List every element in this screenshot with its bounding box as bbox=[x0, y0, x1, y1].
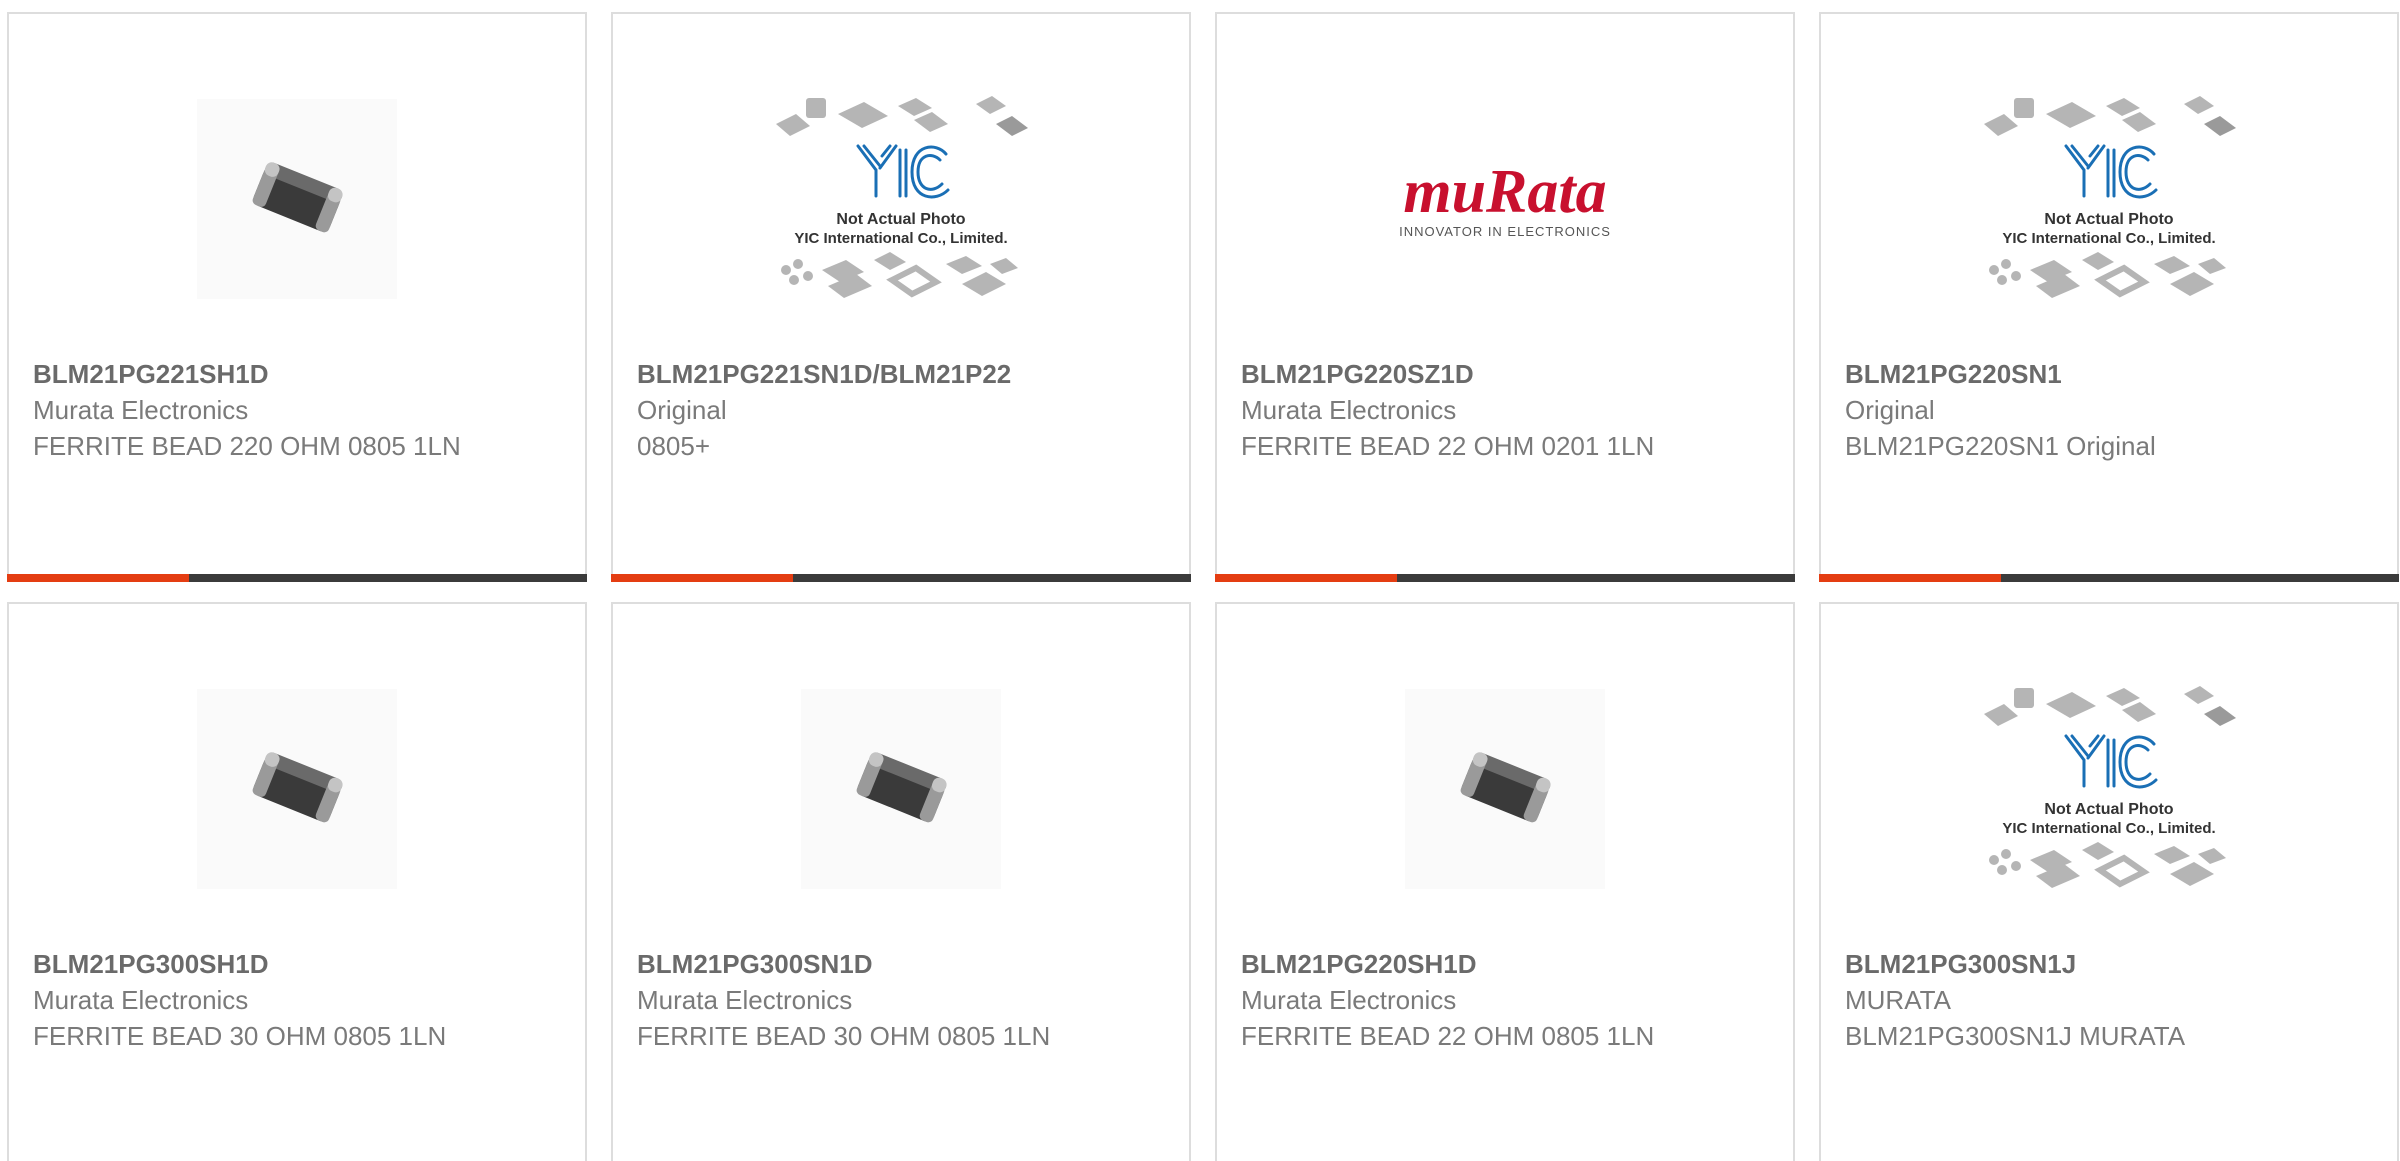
product-card[interactable]: Not Actual Photo YIC International Co., … bbox=[1819, 602, 2399, 1161]
part-number[interactable]: BLM21PG300SN1J bbox=[1845, 946, 2377, 982]
placeholder-line2: YIC International Co., Limited. bbox=[794, 230, 1007, 247]
card-bottom-bar bbox=[7, 574, 587, 582]
manufacturer: Murata Electronics bbox=[1241, 985, 1457, 1015]
card-bottom-bar bbox=[1215, 574, 1795, 582]
description: BLM21PG220SN1 Original bbox=[1845, 431, 2156, 461]
product-image[interactable] bbox=[162, 674, 432, 904]
manufacturer: Original bbox=[1845, 395, 1935, 425]
chip-bead-icon bbox=[252, 752, 343, 823]
yic-placeholder-icon: Not Actual Photo YIC International Co., … bbox=[776, 96, 1028, 298]
description: FERRITE BEAD 220 OHM 0805 1LN bbox=[33, 431, 461, 461]
product-card[interactable]: BLM21PG300SH1D Murata Electronics FERRIT… bbox=[7, 602, 587, 1161]
product-card[interactable]: Not Actual Photo YIC International Co., … bbox=[1819, 12, 2399, 582]
placeholder-line2: YIC International Co., Limited. bbox=[2002, 230, 2215, 247]
part-number[interactable]: BLM21PG220SH1D bbox=[1241, 946, 1773, 982]
product-image[interactable] bbox=[1370, 674, 1640, 904]
murata-tagline: INNOVATOR IN ELECTRONICS bbox=[1399, 224, 1611, 239]
thumb-background bbox=[1405, 689, 1605, 889]
product-card[interactable]: BLM21PG300SN1D Murata Electronics FERRIT… bbox=[611, 602, 1191, 1161]
part-number[interactable]: BLM21PG220SN1 bbox=[1845, 356, 2377, 392]
yic-placeholder-icon: Not Actual Photo YIC International Co., … bbox=[1984, 96, 2236, 298]
placeholder-line2: YIC International Co., Limited. bbox=[2002, 820, 2215, 837]
card-accent bbox=[1819, 574, 2001, 582]
part-number[interactable]: BLM21PG221SH1D bbox=[33, 356, 565, 392]
product-card[interactable]: BLM21PG220SH1D Murata Electronics FERRIT… bbox=[1215, 602, 1795, 1161]
yic-placeholder-icon: Not Actual Photo YIC International Co., … bbox=[1984, 686, 2236, 888]
placeholder-line1: Not Actual Photo bbox=[836, 211, 965, 228]
chip-bead-icon bbox=[1460, 752, 1551, 823]
placeholder-line1: Not Actual Photo bbox=[2044, 801, 2173, 818]
thumb-background bbox=[197, 689, 397, 889]
chip-bead-icon bbox=[252, 162, 343, 233]
description: FERRITE BEAD 22 OHM 0805 1LN bbox=[1241, 1021, 1655, 1051]
manufacturer: Murata Electronics bbox=[637, 985, 853, 1015]
description: FERRITE BEAD 30 OHM 0805 1LN bbox=[33, 1021, 447, 1051]
manufacturer: Murata Electronics bbox=[33, 395, 249, 425]
card-accent bbox=[7, 574, 189, 582]
product-image[interactable] bbox=[766, 674, 1036, 904]
part-number[interactable]: BLM21PG220SZ1D bbox=[1241, 356, 1773, 392]
placeholder-line1: Not Actual Photo bbox=[2044, 211, 2173, 228]
manufacturer: Original bbox=[637, 395, 727, 425]
product-image[interactable]: muRata INNOVATOR IN ELECTRONICS bbox=[1370, 84, 1640, 314]
product-card[interactable]: BLM21PG221SH1D Murata Electronics FERRIT… bbox=[7, 12, 587, 582]
product-image[interactable] bbox=[162, 84, 432, 314]
murata-logo-icon: muRata INNOVATOR IN ELECTRONICS bbox=[1399, 158, 1611, 239]
card-bottom-bar bbox=[1819, 574, 2399, 582]
thumb-background bbox=[197, 99, 397, 299]
manufacturer: Murata Electronics bbox=[1241, 395, 1457, 425]
product-grid: BLM21PG221SH1D Murata Electronics FERRIT… bbox=[0, 0, 2400, 1161]
product-image[interactable]: Not Actual Photo YIC International Co., … bbox=[1974, 84, 2244, 314]
manufacturer: Murata Electronics bbox=[33, 985, 249, 1015]
manufacturer: MURATA bbox=[1845, 985, 1951, 1015]
part-number[interactable]: BLM21PG300SN1D bbox=[637, 946, 1169, 982]
thumb-background bbox=[801, 689, 1001, 889]
card-accent bbox=[611, 574, 793, 582]
description: FERRITE BEAD 30 OHM 0805 1LN bbox=[637, 1021, 1051, 1051]
card-bottom-bar bbox=[611, 574, 1191, 582]
product-card[interactable]: Not Actual Photo YIC International Co., … bbox=[611, 12, 1191, 582]
part-number[interactable]: BLM21PG300SH1D bbox=[33, 946, 565, 982]
part-number[interactable]: BLM21PG221SN1D/BLM21P22 bbox=[637, 356, 1169, 392]
description: 0805+ bbox=[637, 431, 711, 461]
murata-wordmark: muRata bbox=[1403, 158, 1606, 226]
product-image[interactable]: Not Actual Photo YIC International Co., … bbox=[766, 84, 1036, 314]
description: BLM21PG300SN1J MURATA bbox=[1845, 1021, 2186, 1051]
product-card[interactable]: muRata INNOVATOR IN ELECTRONICS BLM21PG2… bbox=[1215, 12, 1795, 582]
card-accent bbox=[1215, 574, 1397, 582]
description: FERRITE BEAD 22 OHM 0201 1LN bbox=[1241, 431, 1655, 461]
chip-bead-icon bbox=[856, 752, 947, 823]
product-image[interactable]: Not Actual Photo YIC International Co., … bbox=[1974, 674, 2244, 904]
